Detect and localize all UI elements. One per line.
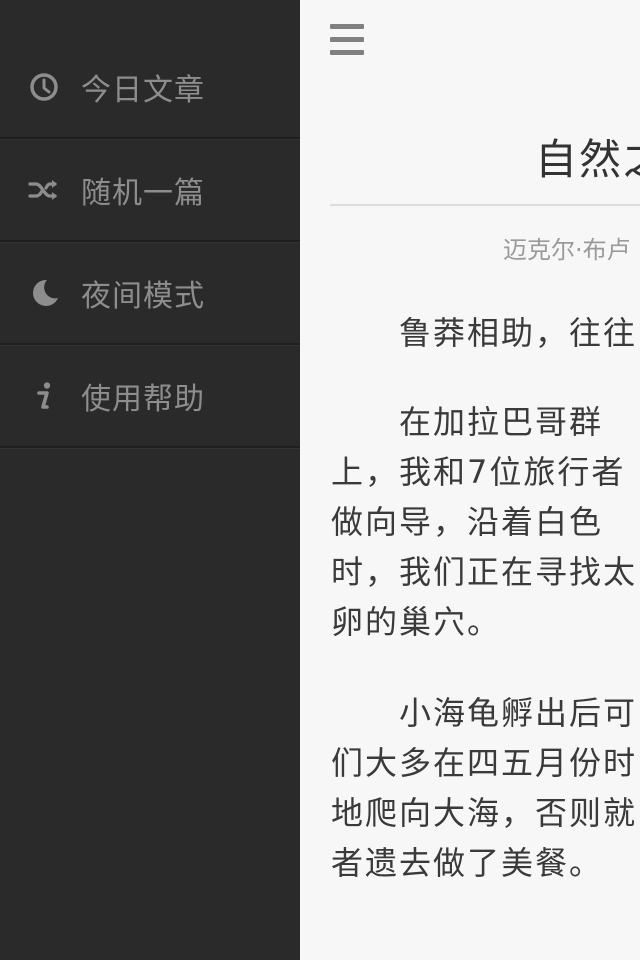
sidebar-item-label: 随机一篇: [81, 175, 205, 211]
article-paragraph: 在加拉巴哥群 上，我和7位旅行者 做向导，沿着白色 时，我们正在寻找太 卵的巢穴…: [331, 403, 638, 641]
sidebar-item-label: 使用帮助: [81, 381, 205, 417]
sidebar-item-help[interactable]: 使用帮助: [0, 345, 300, 448]
title-divider: [330, 204, 640, 206]
sidebar-item-label: 今日文章: [81, 73, 205, 108]
article-paragraph: 小海龟孵出后可 们大多在四五月份时 地爬向大海，否则就 者遗去做了美餐。: [331, 694, 638, 882]
sidebar-item-today-article[interactable]: 今日文章: [0, 37, 300, 139]
sidebar-item-random-article[interactable]: 随机一篇: [0, 139, 300, 242]
article-title: 自然之: [535, 135, 640, 184]
article-paragraph: 鲁莽相助，往往: [331, 314, 638, 352]
shuffle-icon: [28, 174, 60, 206]
article-view: 自然之 迈克尔·布卢 鲁莽相助，往往 在加拉巴哥群 上，我和7位旅行者 做向导，…: [300, 0, 640, 960]
menu-list: 今日文章 随机一篇 夜间模式 使用帮助: [0, 37, 300, 448]
info-icon: [28, 380, 60, 412]
article-author: 迈克尔·布卢: [503, 236, 631, 264]
sidebar-item-label: 夜间模式: [81, 278, 205, 314]
app-window: 今日文章 随机一篇 夜间模式 使用帮助 自然 迈克尔·布卢 鲁莽相助，往往 在加…: [0, 0, 640, 960]
sidebar-item-night-mode[interactable]: 夜间模式: [0, 242, 300, 345]
sidebar-menu: 今日文章 随机一篇 夜间模式 使用帮助: [0, 0, 300, 960]
clock-icon: [28, 71, 60, 103]
moon-icon: [28, 277, 60, 309]
hamburger-menu-icon[interactable]: [330, 24, 364, 56]
